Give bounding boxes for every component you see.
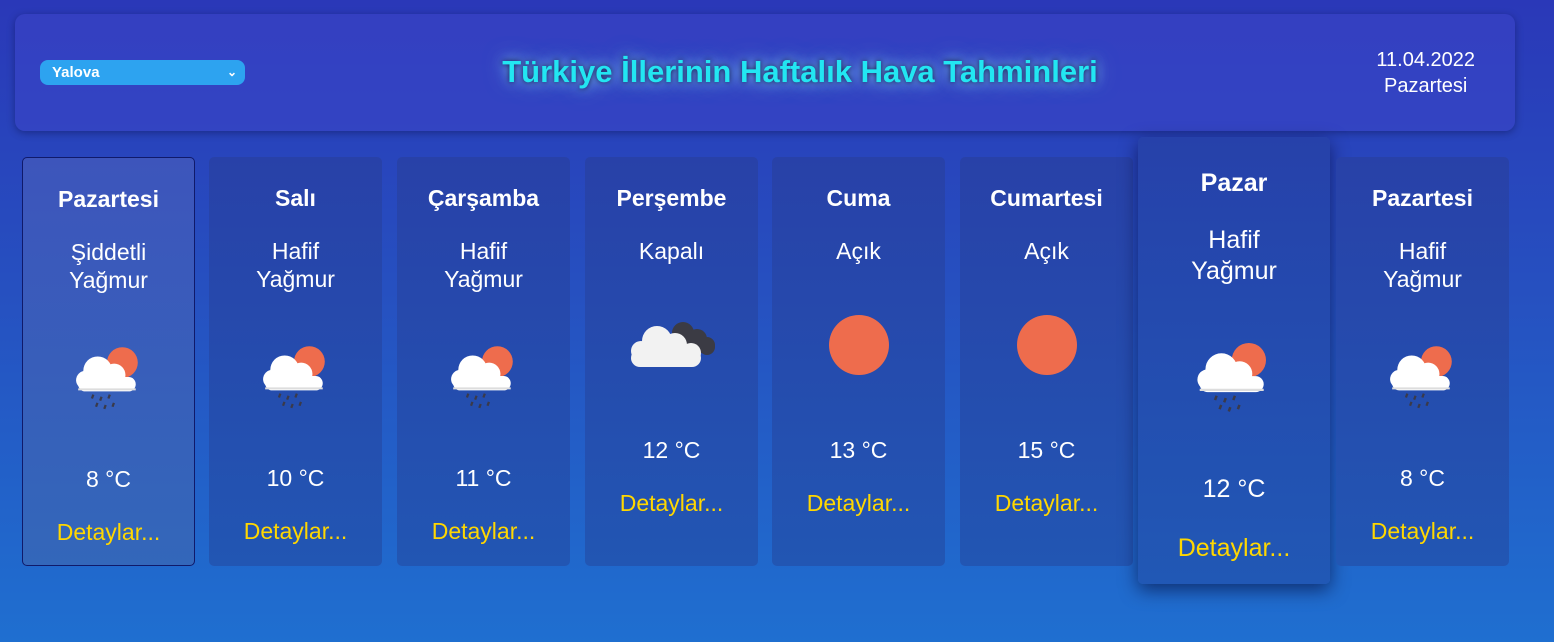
card-details-link[interactable]: Detaylar... (23, 519, 194, 546)
card-temperature: 12 °C (1202, 475, 1266, 503)
forecast-card-cumartesi[interactable]: Cumartesi Açık 15 °C Detaylar... (960, 157, 1133, 566)
sun-icon (828, 315, 889, 375)
card-temperature: 15 °C (1017, 437, 1076, 463)
forecast-card-sali[interactable]: Salı Hafif Yağmur 10 °C Detaylar... (209, 157, 382, 566)
current-date: 11.04.2022 Pazartesi (1376, 47, 1475, 99)
card-day: Pazartesi (57, 186, 159, 212)
card-condition-line1: Hafif (1398, 238, 1447, 264)
card-condition-line1: Hafif (459, 238, 508, 264)
card-condition-line1: Hafif (271, 238, 320, 264)
rain-cloud-sun-icon (73, 340, 145, 412)
card-details-link[interactable]: Detaylar... (772, 490, 945, 517)
card-day: Cuma (826, 185, 891, 211)
rain-cloud-sun-icon (1387, 339, 1459, 411)
card-temperature: 13 °C (829, 437, 888, 463)
card-condition-line1: Açık (836, 238, 881, 264)
card-day: Salı (275, 185, 316, 211)
card-condition: Hafif Yağmur (209, 237, 382, 293)
card-condition: Açık (772, 237, 945, 265)
card-condition: Hafif Yağmur (397, 237, 570, 293)
forecast-card-pazartesi[interactable]: Pazartesi Şiddetli Yağmur 8 °C Detaylar.… (22, 157, 195, 566)
card-condition-line2: Yağmur (444, 266, 523, 292)
card-condition-line1: Açık (1024, 238, 1069, 264)
card-condition-line2: Yağmur (256, 266, 335, 292)
card-day: Çarşamba (427, 185, 540, 211)
forecast-card-persembe[interactable]: Perşembe Kapalı 12 °C Detaylar... (585, 157, 758, 566)
card-temperature: 12 °C (642, 437, 701, 463)
card-condition-line1: Kapalı (638, 238, 705, 264)
card-day: Pazar (1200, 169, 1268, 197)
card-temperature: 8 °C (86, 466, 131, 492)
forecast-card-cuma[interactable]: Cuma Açık 13 °C Detaylar... (772, 157, 945, 566)
header-panel: Yalova ⌄ Türkiye İllerinin Haftalık Hava… (15, 14, 1515, 131)
card-details-link[interactable]: Detaylar... (1138, 534, 1330, 563)
page-title: Türkiye İllerinin Haftalık Hava Tahminle… (502, 54, 1098, 89)
card-temperature: 10 °C (266, 465, 325, 491)
card-details-link[interactable]: Detaylar... (209, 518, 382, 545)
card-condition-line1: Hafif (1208, 226, 1260, 254)
card-condition: Hafif Yağmur (1138, 225, 1330, 287)
card-temperature: 8 °C (1400, 465, 1445, 491)
rain-cloud-sun-icon (448, 339, 520, 411)
forecast-card-carsamba[interactable]: Çarşamba Hafif Yağmur 11 °C Detaylar... (397, 157, 570, 566)
card-day: Cumartesi (990, 185, 1103, 211)
card-condition: Açık (960, 237, 1133, 265)
card-details-link[interactable]: Detaylar... (397, 518, 570, 545)
sun-icon (1016, 315, 1077, 375)
card-temperature: 11 °C (455, 465, 512, 491)
rain-cloud-sun-icon (1194, 335, 1274, 415)
card-condition: Kapalı (585, 237, 758, 265)
card-details-link[interactable]: Detaylar... (960, 490, 1133, 517)
rain-cloud-sun-icon (260, 339, 332, 411)
card-details-link[interactable]: Detaylar... (585, 490, 758, 517)
card-condition: Şiddetli Yağmur (23, 238, 194, 294)
card-details-link[interactable]: Detaylar... (1336, 518, 1509, 545)
date-value: 11.04.2022 (1376, 49, 1475, 71)
overcast-cloud-icon (627, 315, 717, 371)
card-day: Perşembe (616, 185, 727, 211)
card-day: Pazartesi (1371, 185, 1473, 211)
card-condition-line2: Yağmur (69, 267, 148, 293)
card-condition: Hafif Yağmur (1336, 237, 1509, 293)
card-condition-line2: Yağmur (1191, 257, 1277, 285)
forecast-card-pazartesi-next[interactable]: Pazartesi Hafif Yağmur 8 °C Detaylar... (1336, 157, 1509, 566)
card-condition-line1: Şiddetli (70, 239, 147, 265)
date-weekday: Pazartesi (1384, 75, 1468, 97)
forecast-card-pazar[interactable]: Pazar Hafif Yağmur 12 °C Detaylar... (1138, 137, 1330, 584)
card-condition-line2: Yağmur (1383, 266, 1462, 292)
